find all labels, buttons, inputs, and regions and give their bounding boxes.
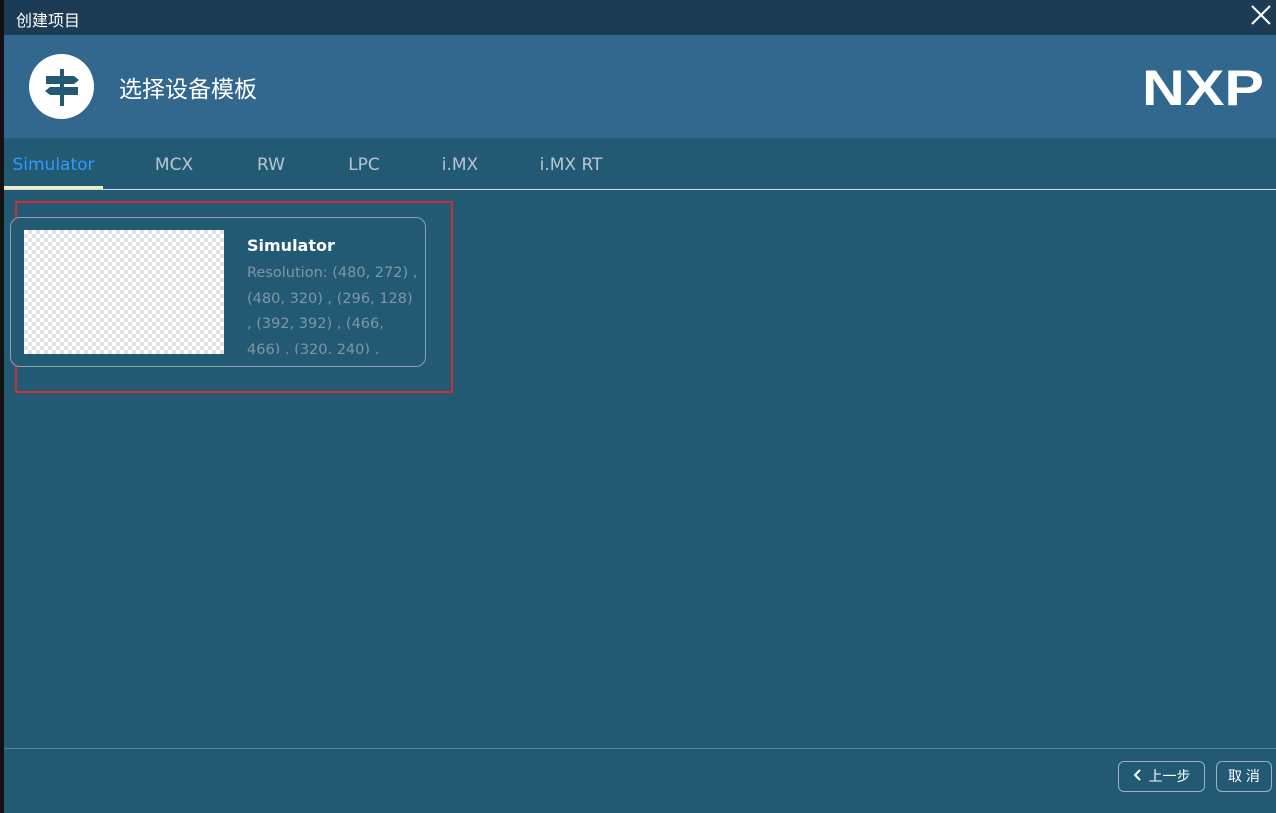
page-title: 选择设备模板: [119, 77, 257, 103]
tab-lpc[interactable]: LPC: [339, 138, 389, 189]
create-project-dialog: 创建项目 选择设备模板 NXP Simulator MCX RW LPC i.M…: [4, 0, 1276, 813]
template-name: Simulator: [247, 236, 335, 255]
tab-rw[interactable]: RW: [248, 138, 294, 189]
footer-divider: [4, 748, 1276, 749]
window-title: 创建项目: [16, 11, 81, 30]
tab-imx-rt[interactable]: i.MX RT: [531, 138, 611, 189]
tab-mcx[interactable]: MCX: [144, 138, 204, 189]
nxp-logo: NXP: [1142, 65, 1264, 109]
device-family-tabs: Simulator MCX RW LPC i.MX i.MX RT: [4, 138, 1276, 190]
cancel-button[interactable]: 取 消: [1216, 761, 1272, 792]
tab-simulator[interactable]: Simulator: [4, 138, 103, 189]
chevron-left-icon: [1133, 762, 1141, 791]
title-bar: 创建项目: [4, 0, 1276, 35]
tab-imx[interactable]: i.MX: [432, 138, 488, 189]
template-thumbnail: [24, 230, 224, 354]
close-icon[interactable]: [1250, 4, 1276, 30]
signpost-icon: [29, 54, 94, 119]
back-button-label: 上一步: [1148, 768, 1191, 784]
back-button[interactable]: 上一步: [1118, 761, 1205, 792]
header-banner: 选择设备模板 NXP: [4, 35, 1276, 138]
template-card-simulator[interactable]: Simulator Resolution: (480, 272) , (480,…: [10, 217, 426, 367]
template-resolution: Resolution: (480, 272) , (480, 320) , (2…: [247, 265, 418, 354]
svg-text:NXP: NXP: [1142, 65, 1264, 109]
